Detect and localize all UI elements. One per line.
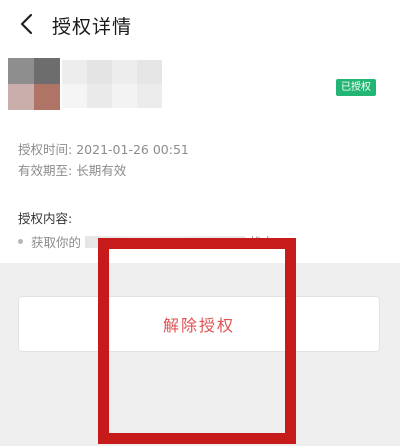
valid-until-label: 有效期至: [18,163,73,178]
auth-time-row: 授权时间: 2021-01-26 00:51 [18,139,189,158]
back-button[interactable] [14,10,38,38]
scope-section-label: 授权内容: [18,211,73,226]
app-name-pixelated [62,60,162,108]
scope-item-obscured [85,235,246,248]
auth-time-value: 2021-01-26 00:51 [76,142,189,157]
status-badge: 已授权 [336,79,376,96]
scope-item-suffix: 状态 [249,235,275,250]
app-icon [8,58,60,110]
valid-until-row: 有效期至: 长期有效 [18,160,126,179]
chevron-left-icon [20,13,33,35]
bullet-icon [18,239,23,244]
header-bar: 授权详情 [0,0,400,48]
auth-time-label: 授权时间: [18,142,73,157]
page-title: 授权详情 [52,16,133,38]
auth-detail-page: 授权详情 已授权 授权时间: 2021-01-26 00:51 有效期至: 长期有效… [0,0,400,446]
revoke-authorization-button[interactable]: 解除授权 [18,296,380,352]
scope-item: 获取你的 状态 [18,232,274,251]
scope-item-prefix: 获取你的 [31,235,82,250]
auth-card: 已授权 授权时间: 2021-01-26 00:51 有效期至: 长期有效 授权内容… [0,48,400,263]
valid-until-value: 长期有效 [76,163,127,178]
